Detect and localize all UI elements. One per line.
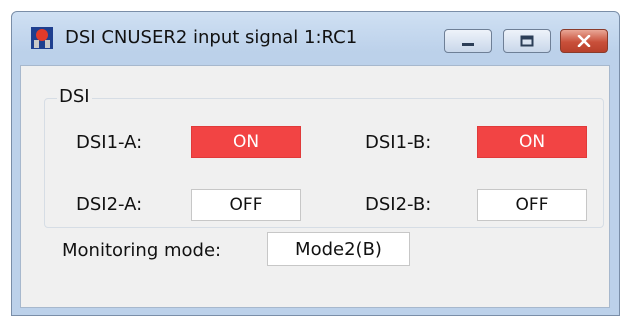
app-flag-icon: [30, 26, 54, 50]
dsi1-b-label: DSI1-B:: [365, 132, 432, 153]
maximize-icon: [520, 32, 534, 51]
dsi2-a-label: DSI2-A:: [76, 194, 143, 215]
dialog-window: DSI CNUSER2 input signal 1:RC1 DSI DSI1-…: [11, 11, 620, 316]
dsi1-a-label: DSI1-A:: [76, 132, 143, 153]
dsi2-a-status: OFF: [191, 189, 301, 221]
dsi1-b-status: ON: [477, 126, 587, 158]
minimize-button[interactable]: [444, 29, 492, 53]
minimize-icon: [461, 32, 475, 51]
monitoring-mode-label: Monitoring mode:: [62, 240, 222, 261]
monitoring-mode-value: Mode2(B): [267, 232, 410, 266]
dsi2-b-status: OFF: [477, 189, 587, 221]
window-title: DSI CNUSER2 input signal 1:RC1: [65, 27, 358, 48]
title-bar[interactable]: DSI CNUSER2 input signal 1:RC1: [12, 12, 619, 64]
dsi2-b-label: DSI2-B:: [365, 194, 432, 215]
dsi-group-label: DSI: [57, 86, 92, 107]
close-button[interactable]: [560, 29, 608, 53]
maximize-button[interactable]: [503, 29, 551, 53]
close-icon: [577, 32, 591, 51]
dialog-content: DSI DSI1-A: ON DSI1-B: ON DSI2-A: OFF DS…: [20, 65, 610, 308]
dsi1-a-status: ON: [191, 126, 301, 158]
